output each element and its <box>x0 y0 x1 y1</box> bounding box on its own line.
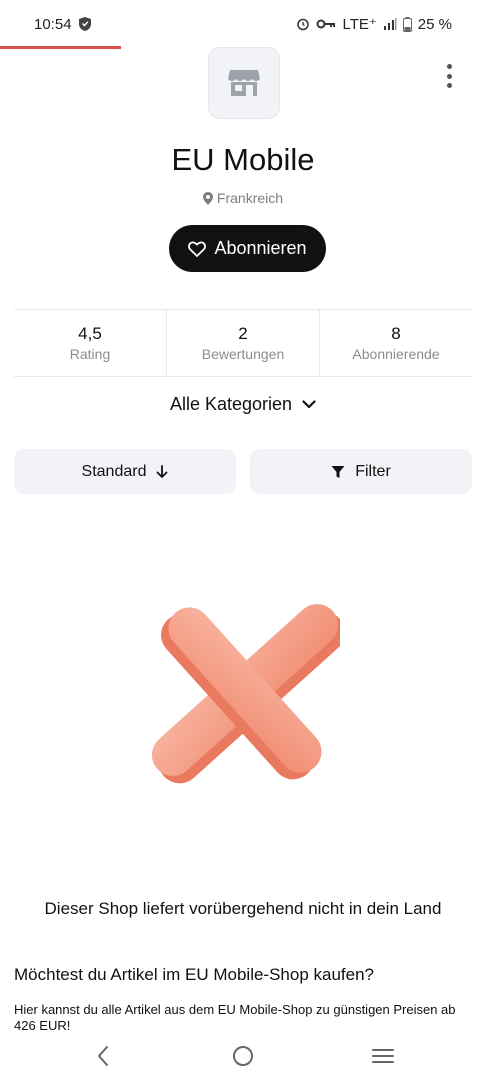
store-icon <box>228 70 260 96</box>
stat-value: 4,5 <box>78 324 102 343</box>
recent-apps-icon[interactable] <box>370 1044 396 1068</box>
sort-button[interactable]: Standard <box>14 449 236 494</box>
promo-text: Hier kannst du alle Artikel aus dem EU M… <box>14 1002 456 1033</box>
empty-state-message: Dieser Shop liefert vorübergehend nicht … <box>44 899 442 918</box>
stat-subscribers: 8 Abonnierende <box>319 310 472 376</box>
alarm-icon <box>297 18 310 31</box>
stat-label: Rating <box>69 346 111 362</box>
stat-label: Abonnierende <box>352 346 440 362</box>
location-label: Frankreich <box>216 190 284 206</box>
filter-label: Filter <box>355 462 391 480</box>
shop-stats: 4,5 Rating 2 Bewertungen 8 Abonnierende <box>14 309 472 377</box>
home-icon[interactable] <box>231 1044 255 1068</box>
heart-icon <box>188 240 207 257</box>
promo-title: Möchtest du Artikel im EU Mobile-Shop ka… <box>14 965 375 984</box>
categories-dropdown[interactable]: Alle Kategorien <box>0 394 486 415</box>
key-icon <box>316 19 336 29</box>
stat-reviews[interactable]: 2 Bewertungen <box>166 310 319 376</box>
battery-level: 25 % <box>417 15 452 33</box>
filter-icon <box>331 465 345 478</box>
network-type: LTE⁺ <box>342 16 377 33</box>
back-icon[interactable] <box>92 1044 116 1068</box>
status-time: 10:54 <box>34 16 72 33</box>
vpn-shield-icon <box>79 17 91 31</box>
shop-location: Frankreich <box>0 190 486 206</box>
stat-value: 8 <box>391 324 401 343</box>
arrow-down-icon <box>157 464 168 478</box>
filter-button[interactable]: Filter <box>250 449 472 494</box>
subscribe-label: Abonnieren <box>214 238 307 258</box>
stat-value: 2 <box>238 324 248 343</box>
status-icons: LTE⁺ 25 % <box>296 15 452 33</box>
shop-logo <box>208 47 280 119</box>
shop-name: EU Mobile <box>171 142 315 177</box>
more-options-icon[interactable] <box>438 64 460 88</box>
stat-rating: 4,5 Rating <box>14 310 166 376</box>
location-pin-icon <box>202 191 213 205</box>
categories-label: Alle Kategorien <box>169 394 293 414</box>
loading-progress-line <box>0 46 121 49</box>
signal-icon <box>383 18 397 30</box>
battery-icon <box>402 16 412 32</box>
subscribe-button[interactable]: Abonnieren <box>169 225 326 272</box>
stat-label: Bewertungen <box>201 346 285 362</box>
sort-label: Standard <box>81 462 147 480</box>
unavailable-x-icon <box>151 604 340 784</box>
chevron-down-icon <box>302 400 316 409</box>
